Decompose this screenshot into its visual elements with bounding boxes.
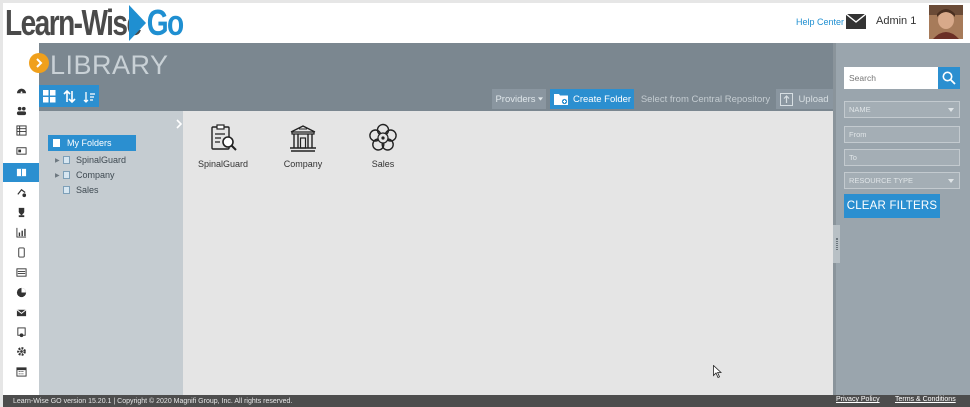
panel-resize-handle[interactable] xyxy=(833,225,840,263)
sort-icon[interactable] xyxy=(59,85,79,107)
folder-label: Sales xyxy=(371,159,395,169)
help-center-link[interactable]: Help Center xyxy=(796,17,844,27)
folder-sales[interactable]: Sales xyxy=(348,123,418,169)
user-name[interactable]: Admin 1 xyxy=(876,15,916,27)
search-button[interactable] xyxy=(938,67,960,89)
privacy-policy-link[interactable]: Privacy Policy xyxy=(836,396,880,403)
tree-item-spinalguard[interactable]: ▶ SpinalGuard xyxy=(55,153,126,167)
folder-tree-panel: My Folders ▶ SpinalGuard ▶ Company Sales xyxy=(39,111,183,395)
resource-type-select[interactable]: RESOURCE TYPE xyxy=(844,172,960,189)
logo[interactable]: Learn-Wise Go xyxy=(5,3,233,43)
top-header: Learn-Wise Go Help Center Admin 1 xyxy=(3,3,970,43)
folder-label: SpinalGuard xyxy=(197,159,249,169)
chevron-right-icon xyxy=(36,58,43,68)
view-tools xyxy=(39,85,99,107)
tree-item-my-folders[interactable]: My Folders xyxy=(48,135,136,151)
name-select[interactable]: NAME xyxy=(844,101,960,118)
folder-icon xyxy=(63,186,70,194)
create-folder-button[interactable]: Create Folder xyxy=(550,89,634,109)
central-repository-button[interactable]: Select from Central Repository xyxy=(637,89,774,109)
mouse-cursor-icon xyxy=(713,365,722,378)
folder-add-icon xyxy=(554,94,568,105)
nav-trophy-icon[interactable] xyxy=(3,203,39,222)
folder-spinalguard[interactable]: SpinalGuard xyxy=(188,123,258,169)
left-nav xyxy=(3,43,39,395)
mail-icon[interactable] xyxy=(846,14,866,29)
nav-certificate-icon[interactable] xyxy=(3,323,39,342)
providers-dropdown[interactable]: Providers xyxy=(492,89,546,109)
nav-pie-icon[interactable] xyxy=(3,283,39,302)
logo-text: Learn-Wise Go xyxy=(5,2,184,43)
clear-filters-button[interactable]: CLEAR FILTERS xyxy=(844,194,940,218)
filter-panel: NAME From To RESOURCE TYPE CLEAR FILTERS xyxy=(833,43,970,395)
nav-share-icon[interactable] xyxy=(3,183,39,202)
nav-chart-icon[interactable] xyxy=(3,223,39,242)
to-date-field[interactable]: To xyxy=(844,149,960,166)
expand-arrow-icon[interactable]: ▶ xyxy=(55,157,63,164)
nav-calendar-icon[interactable] xyxy=(3,362,39,381)
terms-link[interactable]: Terms & Conditions xyxy=(895,396,956,403)
nav-list-icon[interactable] xyxy=(3,121,39,140)
grid-view-icon[interactable] xyxy=(39,85,59,107)
clipboard-search-icon xyxy=(211,124,237,151)
collapse-chevron-icon[interactable] xyxy=(175,119,183,129)
sidebar-toggle-button[interactable] xyxy=(29,53,49,73)
caret-down-icon xyxy=(948,179,954,183)
page-title: LIBRARY xyxy=(50,50,169,80)
nav-dashboard-icon[interactable] xyxy=(3,81,39,100)
folder-grid: SpinalGuard Company Sales xyxy=(183,111,833,395)
folder-icon xyxy=(63,156,70,164)
tree-item-company[interactable]: ▶ Company xyxy=(55,168,115,182)
nav-gear-icon[interactable] xyxy=(3,342,39,361)
nav-users-icon[interactable] xyxy=(3,101,39,120)
flower-icon xyxy=(369,123,397,151)
version-text: Learn-Wise GO version 15.20.1 | Copyrigh… xyxy=(13,397,293,405)
caret-down-icon xyxy=(537,97,543,101)
app-window: Learn-Wise Go Help Center Admin 1 LIBRAR… xyxy=(0,0,970,407)
nav-card-icon[interactable] xyxy=(3,141,39,160)
footer: Learn-Wise GO version 15.20.1 | Copyrigh… xyxy=(3,395,970,407)
nav-keyboard-icon[interactable] xyxy=(3,263,39,282)
caret-down-icon xyxy=(948,108,954,112)
upload-button[interactable]: Upload xyxy=(776,89,833,109)
expand-arrow-icon[interactable]: ▶ xyxy=(55,172,63,179)
building-icon xyxy=(290,125,316,152)
search-input[interactable] xyxy=(844,67,938,89)
search-icon xyxy=(942,71,956,85)
upload-icon xyxy=(780,92,794,106)
nav-tablet-icon[interactable] xyxy=(3,243,39,262)
from-date-field[interactable]: From xyxy=(844,126,960,143)
logo-chevron-icon xyxy=(129,5,146,41)
folder-icon xyxy=(53,139,60,147)
folder-company[interactable]: Company xyxy=(268,123,338,169)
nav-mail-icon[interactable] xyxy=(3,303,39,322)
folder-icon xyxy=(63,171,70,179)
nav-library-icon[interactable] xyxy=(3,163,39,182)
folder-label: Company xyxy=(283,159,323,169)
avatar[interactable] xyxy=(929,5,963,39)
tree-item-sales[interactable]: Sales xyxy=(55,183,99,197)
sort-order-icon[interactable] xyxy=(79,85,99,107)
